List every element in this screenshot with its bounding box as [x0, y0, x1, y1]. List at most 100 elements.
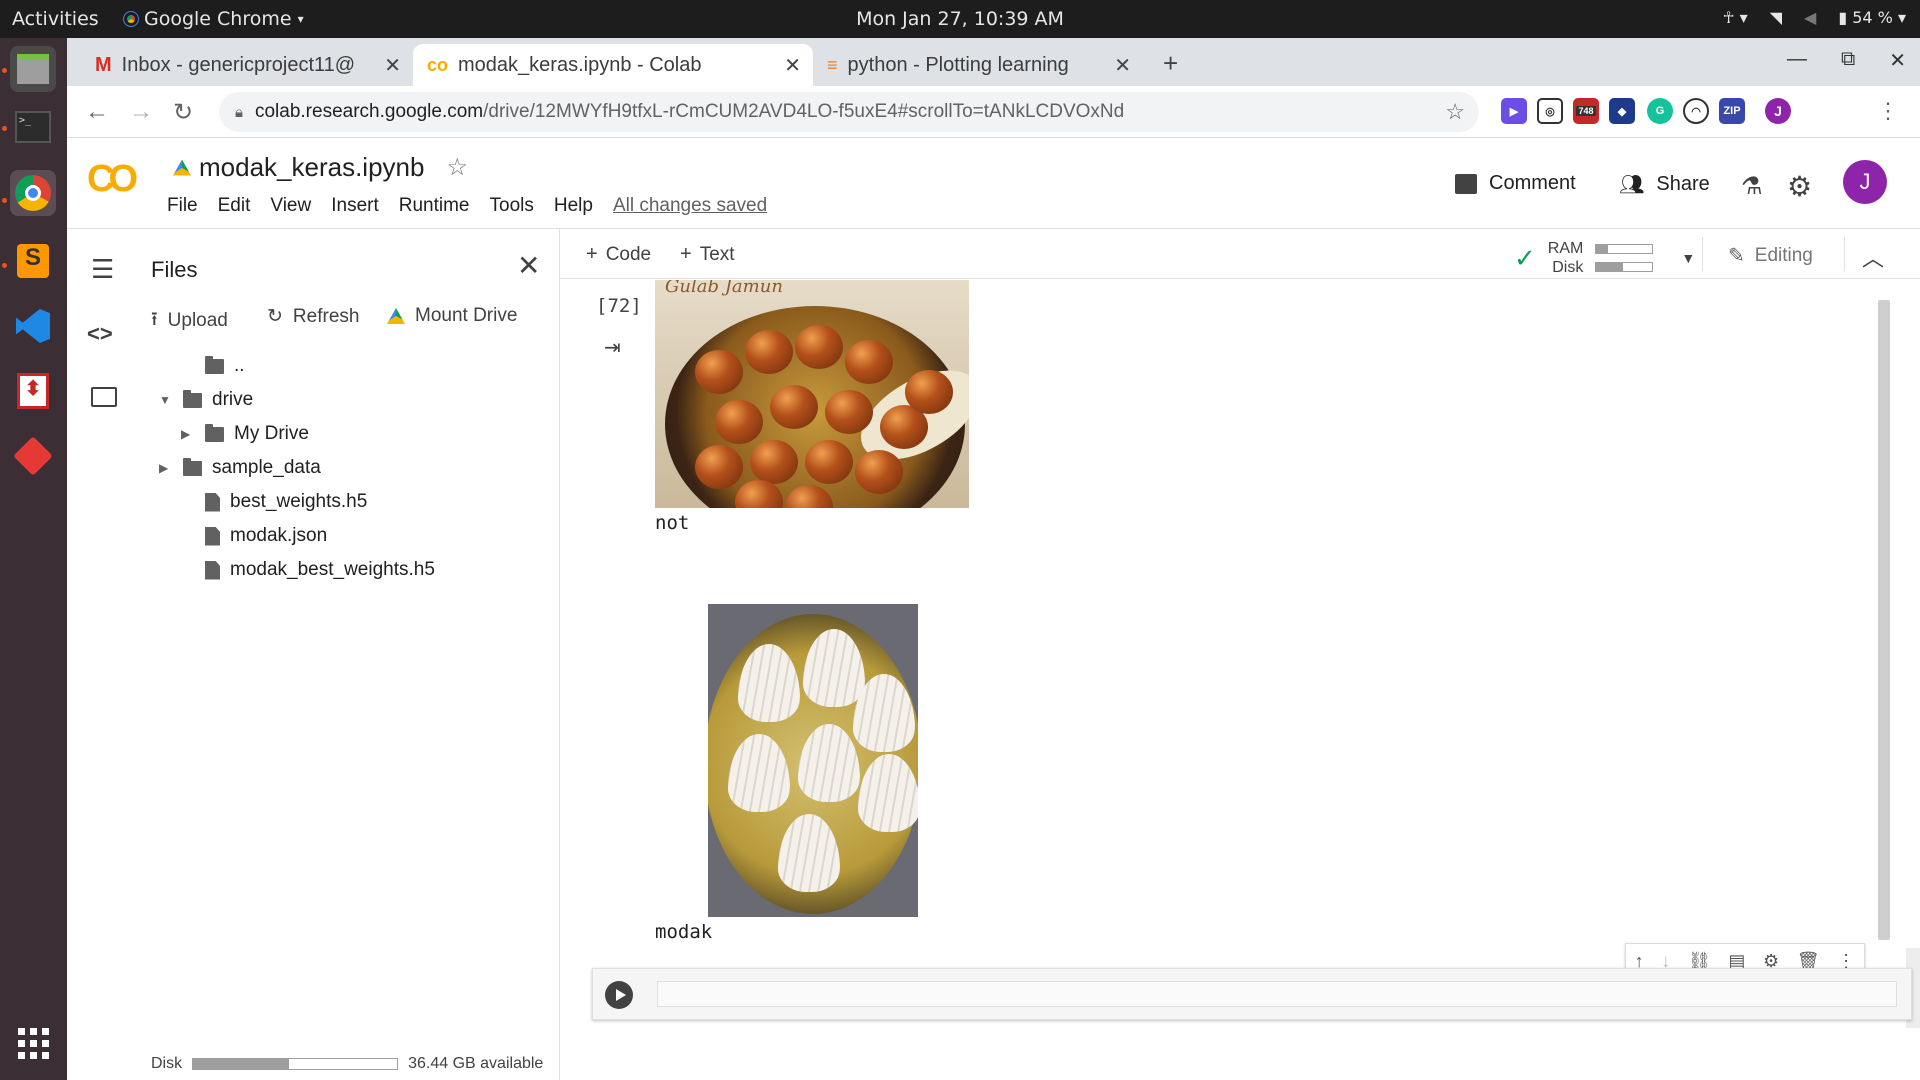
- extension-shield-icon[interactable]: ◆: [1609, 98, 1635, 124]
- chevron-down-icon[interactable]: ▼: [159, 393, 173, 407]
- jamun-ball: [905, 370, 953, 414]
- notebook-title[interactable]: modak_keras.ipynb: [199, 152, 424, 183]
- bookmark-star-icon[interactable]: ☆: [1445, 99, 1465, 125]
- table-of-contents-icon[interactable]: ☰: [91, 256, 117, 282]
- user-avatar[interactable]: J: [1843, 160, 1887, 204]
- tab-stackoverflow[interactable]: ≡ python - Plotting learning ✕: [813, 44, 1143, 86]
- close-panel-icon[interactable]: ✕: [517, 249, 540, 282]
- folder-icon: [183, 389, 202, 408]
- files-app-icon[interactable]: [10, 46, 56, 92]
- files-folder-icon[interactable]: [91, 387, 117, 407]
- prediction-label: modak: [655, 921, 713, 943]
- jamun-ball: [750, 440, 798, 484]
- back-icon[interactable]: ←: [85, 98, 109, 126]
- menu-view[interactable]: View: [270, 195, 311, 217]
- tab-colab[interactable]: co modak_keras.ipynb - Colab ✕: [413, 44, 813, 86]
- chrome-dock-icon[interactable]: [10, 170, 56, 216]
- folder-icon: [183, 457, 202, 476]
- minimize-icon[interactable]: —: [1787, 48, 1807, 73]
- runtime-status[interactable]: ✓ RAM Disk ▼: [1514, 239, 1695, 277]
- chrome-menu-icon[interactable]: ⋮: [1877, 98, 1899, 124]
- play-icon: [615, 989, 626, 1001]
- folder-icon: [205, 423, 224, 442]
- close-tab-icon[interactable]: ✕: [384, 53, 401, 78]
- code-snippets-icon[interactable]: <>: [87, 321, 113, 347]
- reload-icon[interactable]: ↻: [173, 98, 193, 127]
- colab-logo[interactable]: CO: [87, 158, 138, 201]
- add-text-button[interactable]: + Text: [680, 243, 735, 266]
- prediction-label: not: [655, 512, 690, 534]
- tree-item-sample-data[interactable]: ▶ sample_data: [151, 457, 321, 479]
- close-tab-icon[interactable]: ✕: [1114, 53, 1131, 78]
- chevron-right-icon[interactable]: ▶: [181, 427, 195, 441]
- speed-dial-icon[interactable]: ◠: [1683, 98, 1709, 124]
- pencil-icon: ✎: [1728, 245, 1745, 267]
- upload-button[interactable]: ⭱ Upload: [151, 305, 228, 337]
- extension-video-icon[interactable]: ▶: [1501, 98, 1527, 124]
- system-top-bar: Activities Google Chrome ▾ Mon Jan 27, 1…: [0, 0, 1920, 38]
- refresh-button[interactable]: ↻ Refresh: [267, 305, 359, 328]
- menu-help[interactable]: Help: [554, 195, 593, 217]
- jamun-ball: [795, 325, 843, 369]
- tree-item-drive[interactable]: ▼ drive: [151, 389, 253, 411]
- terminal-icon[interactable]: >_: [10, 104, 56, 150]
- avatar-letter: J: [1774, 103, 1782, 119]
- menu-tools[interactable]: Tools: [490, 195, 534, 217]
- file-icon: [205, 492, 220, 512]
- settings-icon[interactable]: ⚙︎: [1787, 170, 1812, 203]
- running-indicator: [2, 198, 7, 203]
- new-tab-button[interactable]: +: [1163, 48, 1178, 79]
- run-cell-button[interactable]: [605, 981, 633, 1009]
- share-button[interactable]: 👥︎ Share: [1619, 172, 1710, 197]
- git-app-icon[interactable]: [10, 433, 56, 479]
- output-icon[interactable]: ⇥: [604, 335, 621, 360]
- tree-item-file[interactable]: best_weights.h5: [181, 491, 367, 513]
- address-bar[interactable]: 🔒︎ colab.research.google.com/drive/12MWY…: [219, 92, 1479, 132]
- jamun-ball: [805, 440, 853, 484]
- disk-usage-fill: [193, 1059, 289, 1069]
- grammarly-icon[interactable]: G: [1647, 98, 1673, 124]
- clock[interactable]: Mon Jan 27, 10:39 AM: [0, 8, 1920, 30]
- menu-runtime[interactable]: Runtime: [399, 195, 470, 217]
- chevron-right-icon[interactable]: ▶: [159, 461, 173, 475]
- flask-icon[interactable]: ⚗︎: [1741, 172, 1763, 201]
- tab-inbox[interactable]: M Inbox - genericproject11@ ✕: [81, 44, 413, 86]
- sublime-icon[interactable]: S: [10, 238, 56, 284]
- extension-loop-icon[interactable]: ◎: [1537, 98, 1563, 124]
- vscode-icon[interactable]: [10, 303, 56, 349]
- maximize-icon[interactable]: ⧉: [1841, 48, 1855, 73]
- code-editor[interactable]: [657, 981, 1897, 1007]
- jamun-ball: [845, 340, 893, 384]
- forward-icon[interactable]: →: [129, 98, 153, 126]
- menu-edit[interactable]: Edit: [218, 195, 251, 217]
- system-tray[interactable]: ☥ ▾ ◥ ◀ ▮ 54 % ▾: [1723, 8, 1906, 27]
- tab-title: Inbox - genericproject11@: [121, 53, 356, 76]
- tree-item-my-drive[interactable]: ▶ My Drive: [181, 423, 309, 445]
- refresh-label: Refresh: [292, 305, 360, 327]
- running-indicator: [2, 263, 7, 268]
- zip-extension-icon[interactable]: ZIP: [1719, 98, 1745, 124]
- close-window-icon[interactable]: ✕: [1889, 48, 1906, 73]
- show-apps-icon[interactable]: [10, 1020, 56, 1066]
- editing-mode-button[interactable]: ✎ Editing: [1728, 243, 1813, 268]
- menu-file[interactable]: File: [167, 195, 198, 217]
- accessibility-icon[interactable]: ☥ ▾: [1723, 8, 1748, 27]
- mount-drive-button[interactable]: Mount Drive: [387, 305, 517, 327]
- tree-item-file[interactable]: modak_best_weights.h5: [181, 559, 435, 581]
- add-code-button[interactable]: + Code: [586, 243, 651, 266]
- colab-icon: co: [427, 54, 449, 75]
- tree-item-file[interactable]: modak.json: [181, 525, 327, 547]
- extension-badge-icon[interactable]: 748: [1573, 98, 1599, 124]
- chevron-down-icon[interactable]: ▼: [1681, 250, 1695, 266]
- collapse-header-icon[interactable]: ︿: [1862, 241, 1884, 273]
- close-tab-icon[interactable]: ✕: [784, 53, 801, 78]
- save-status[interactable]: All changes saved: [613, 195, 767, 217]
- notebook-scrollbar[interactable]: [1878, 300, 1890, 940]
- updater-icon[interactable]: ⬍: [10, 368, 56, 414]
- menu-insert[interactable]: Insert: [331, 195, 379, 217]
- star-icon[interactable]: ☆: [446, 153, 468, 182]
- tree-item-parent[interactable]: ..: [181, 355, 245, 377]
- comment-button[interactable]: Comment: [1455, 172, 1576, 195]
- profile-avatar[interactable]: J: [1765, 98, 1791, 124]
- google-drive-icon: [173, 159, 191, 176]
